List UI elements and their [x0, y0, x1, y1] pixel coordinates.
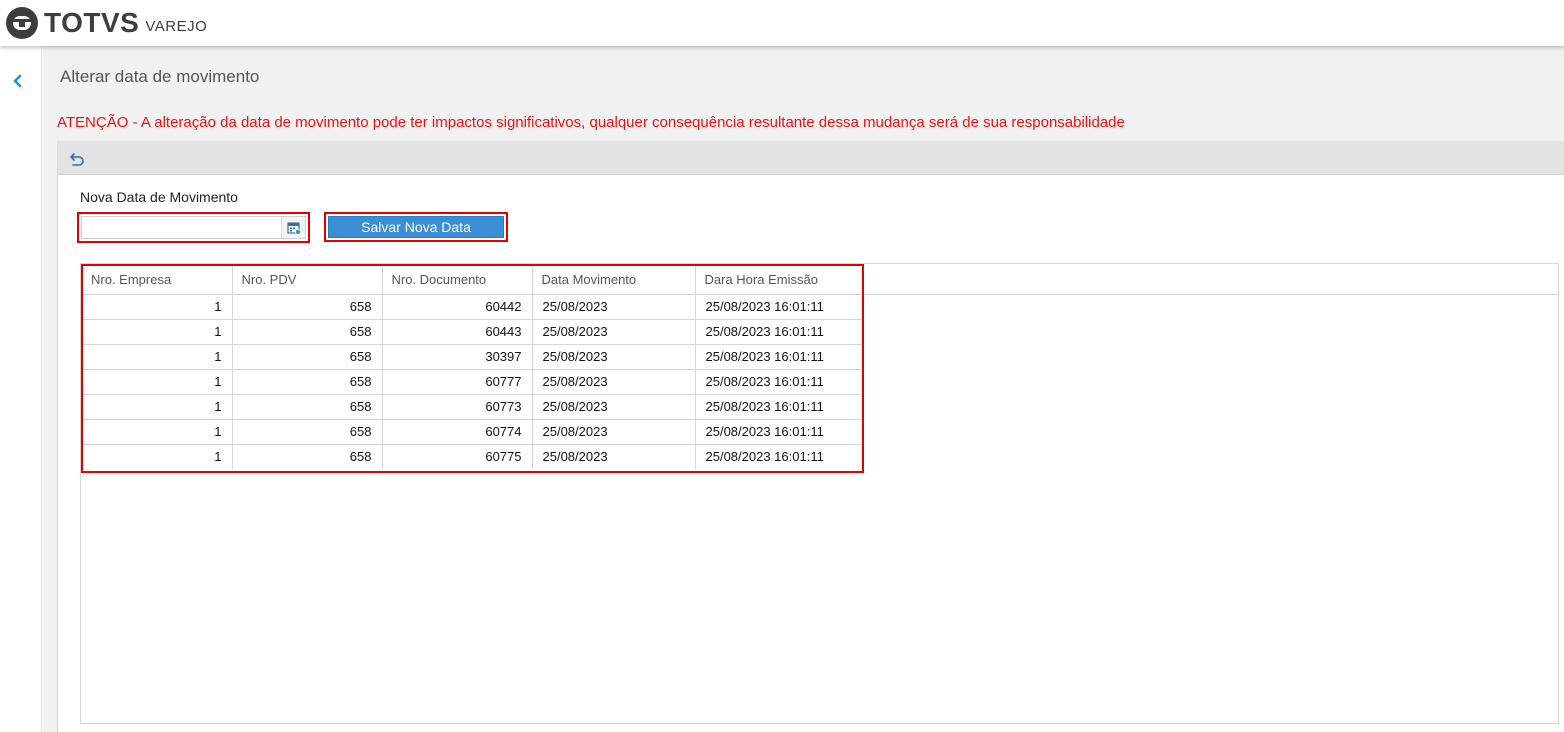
undo-button[interactable]	[69, 152, 86, 166]
chevron-left-icon	[13, 74, 22, 88]
page-title: Alterar data de movimento	[60, 67, 260, 86]
movement-grid: Nro. Empresa Nro. PDV Nro. Documento Dat…	[80, 263, 1559, 724]
form-panel: Nova Data de Movimento Salvar Nova Data …	[57, 141, 1564, 732]
left-sidebar	[0, 46, 42, 732]
logo: TOTVS VAREJO	[5, 6, 207, 40]
grid-highlight-box	[81, 264, 864, 473]
save-new-date-button[interactable]: Salvar Nova Data	[328, 216, 504, 238]
brand-name: TOTVS	[44, 7, 140, 38]
warning-message: ATENÇÃO - A alteração da data de movimen…	[57, 114, 1125, 131]
top-bar: TOTVS VAREJO	[0, 0, 1564, 46]
save-button-highlight: Salvar Nova Data	[324, 212, 508, 242]
calendar-icon	[286, 221, 301, 235]
panel-toolbar	[58, 141, 1564, 175]
date-field-highlight	[77, 212, 310, 243]
undo-icon	[70, 153, 84, 166]
brand-product: VAREJO	[145, 17, 208, 35]
date-field	[81, 216, 306, 239]
calendar-button[interactable]	[281, 217, 305, 238]
new-date-input[interactable]	[82, 217, 280, 238]
new-date-label: Nova Data de Movimento	[80, 189, 238, 205]
back-button[interactable]	[9, 72, 27, 90]
main-content: Alterar data de movimento ATENÇÃO - A al…	[43, 46, 1564, 732]
totvs-logo-icon	[6, 7, 38, 39]
